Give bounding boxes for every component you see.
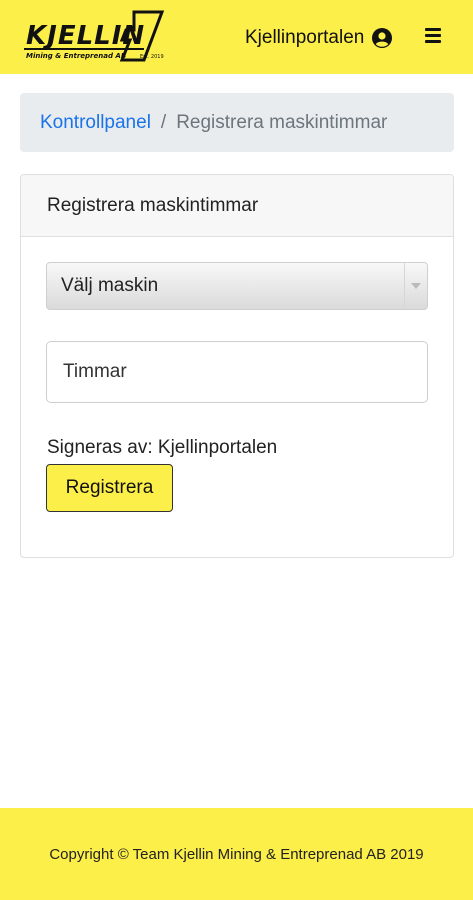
brand-logo[interactable]: KJELLIN Mining & Entreprenad AB Est. 201… xyxy=(22,10,184,66)
breadcrumb-separator: / xyxy=(160,111,167,133)
logo-name: KJELLIN xyxy=(26,21,145,51)
signed-by-text: Signeras av: Kjellinportalen xyxy=(47,437,278,458)
breadcrumb-current: Registrera maskintimmar xyxy=(176,111,388,133)
breadcrumb: Kontrollpanel / Registrera maskintimmar xyxy=(20,93,454,152)
hours-input[interactable] xyxy=(46,341,428,403)
user-menu[interactable]: Kjellinportalen xyxy=(245,24,393,52)
page: KJELLIN Mining & Entreprenad AB Est. 201… xyxy=(0,0,473,900)
logo-est: Est. 2019 xyxy=(140,54,164,60)
logo-graphic: KJELLIN Mining & Entreprenad AB Est. 201… xyxy=(24,10,165,62)
copyright-text: Copyright © Team Kjellin Mining & Entrep… xyxy=(49,845,424,863)
register-button[interactable]: Registrera xyxy=(46,464,173,512)
machine-select-value: Välj maskin xyxy=(61,275,159,296)
user-circle-icon xyxy=(372,28,393,48)
username-label: Kjellinportalen xyxy=(245,27,365,48)
machine-select[interactable]: Välj maskin xyxy=(46,262,428,310)
register-hours-card: Registrera maskintimmar Välj maskin Sign… xyxy=(20,174,454,558)
chevron-down-icon xyxy=(404,263,427,309)
hamburger-icon[interactable] xyxy=(425,28,443,44)
navbar: KJELLIN Mining & Entreprenad AB Est. 201… xyxy=(0,0,473,74)
breadcrumb-home-link[interactable]: Kontrollpanel xyxy=(40,112,151,134)
footer: Copyright © Team Kjellin Mining & Entrep… xyxy=(0,808,473,900)
card-title: Registrera maskintimmar xyxy=(21,175,453,237)
logo-tagline: Mining & Entreprenad AB xyxy=(26,52,126,60)
